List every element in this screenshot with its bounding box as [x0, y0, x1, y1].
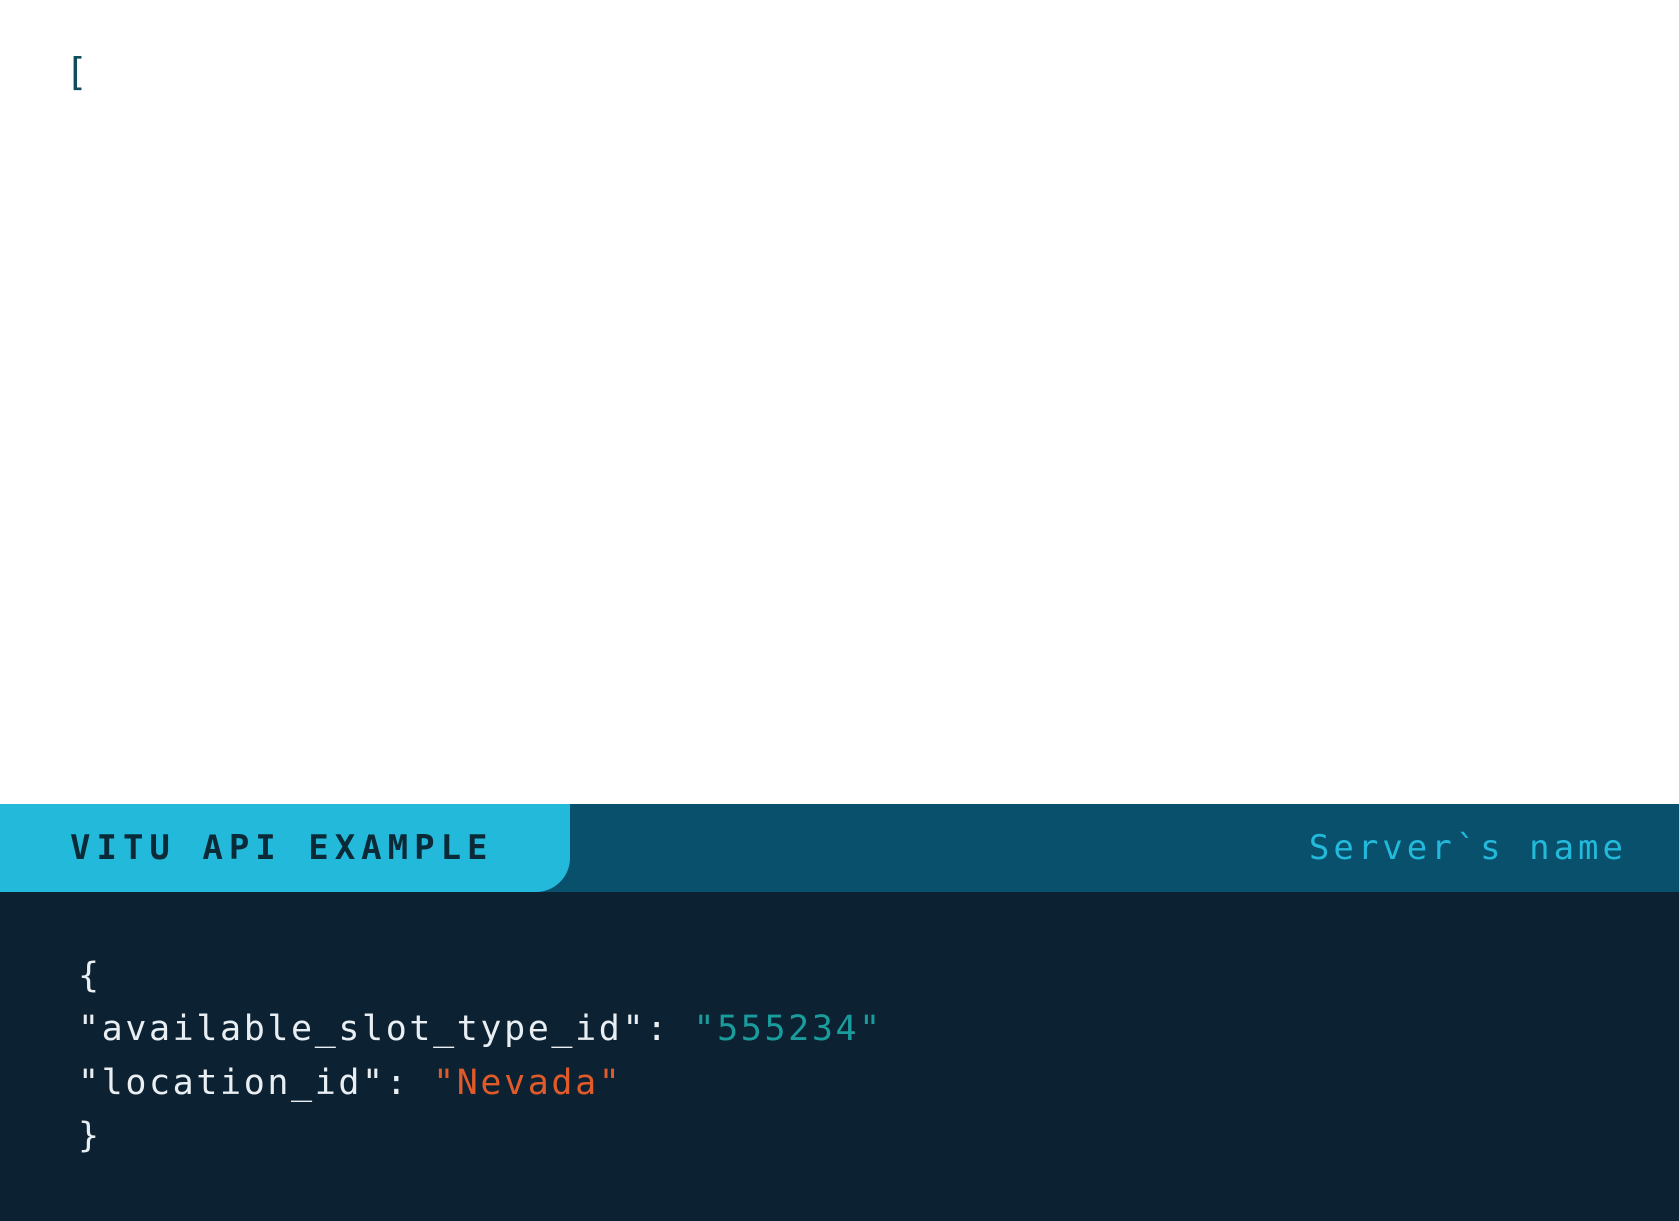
example-tab[interactable]: VITU API EXAMPLE — [0, 804, 570, 892]
server-name-label: Server`s name — [1309, 804, 1679, 892]
top-area: [ — [0, 0, 1679, 144]
code-line-1: "available_slot_type_id": "555234" — [78, 1003, 1601, 1056]
code-val-1: "555234" — [693, 1009, 882, 1049]
code-val-2: "Nevada" — [433, 1063, 622, 1103]
code-key-1: "available_slot_type_id": — [78, 1009, 670, 1049]
code-key-2: "location_id": — [78, 1063, 409, 1103]
code-panel: VITU API EXAMPLE Server`s name { "availa… — [0, 804, 1679, 1221]
code-body: { "available_slot_type_id": "555234" "lo… — [0, 892, 1679, 1221]
panel-header: VITU API EXAMPLE Server`s name — [0, 804, 1679, 892]
open-bracket-text: [ — [65, 50, 88, 94]
code-line-2: "location_id": "Nevada" — [78, 1057, 1601, 1110]
code-line-open-brace: { — [78, 950, 1601, 1003]
tab-label: VITU API EXAMPLE — [70, 828, 494, 868]
code-line-close-brace: } — [78, 1110, 1601, 1163]
